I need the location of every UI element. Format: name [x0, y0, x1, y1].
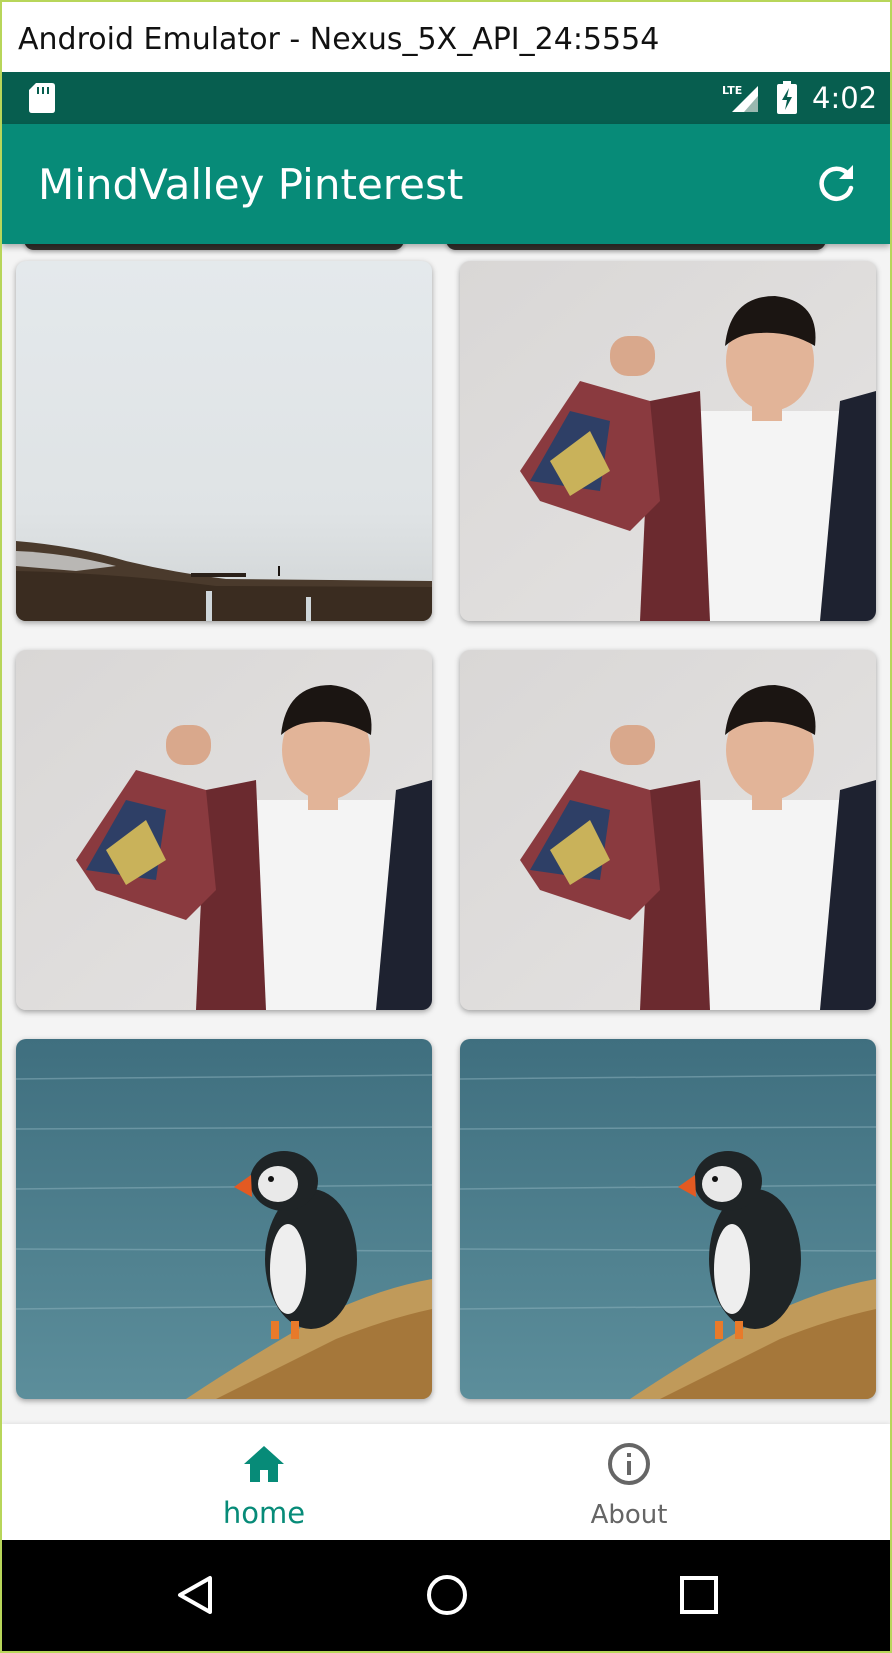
photo-card-man-cardigan[interactable] [16, 650, 432, 1010]
emulator-window: Android Emulator - Nexus_5X_API_24:5554 … [0, 0, 892, 1653]
nav-label-home: home [222, 1496, 306, 1530]
man-cardigan-image [460, 261, 876, 621]
photo-card-foggy-landscape[interactable] [16, 261, 432, 621]
photo-card-man-cardigan[interactable] [460, 650, 876, 1010]
photo-grid[interactable] [2, 244, 890, 1424]
photo-card-puffin[interactable] [16, 1039, 432, 1399]
recents-icon[interactable] [674, 1570, 724, 1620]
lte-label: LTE [722, 84, 742, 97]
puffin-image [460, 1039, 876, 1399]
man-cardigan-image [460, 650, 876, 1010]
info-icon [608, 1443, 650, 1485]
partial-card-top-right [446, 244, 826, 250]
status-clock: 4:02 [812, 81, 878, 115]
status-bar: LTE 4:02 [2, 72, 890, 124]
nav-label-about: About [590, 1500, 668, 1530]
foggy-landscape-image [16, 261, 432, 621]
lte-signal-icon: LTE [722, 84, 758, 112]
home-circle-icon[interactable] [422, 1570, 472, 1620]
nav-item-about[interactable]: About [479, 1424, 779, 1540]
photo-card-man-cardigan[interactable] [460, 261, 876, 621]
sd-card-icon [29, 83, 55, 113]
back-icon[interactable] [172, 1570, 222, 1620]
refresh-icon[interactable] [812, 160, 860, 208]
home-icon [244, 1446, 284, 1482]
partial-card-top-left [24, 244, 404, 250]
nav-item-home[interactable]: home [114, 1424, 414, 1540]
man-cardigan-image [16, 650, 432, 1010]
photo-card-puffin[interactable] [460, 1039, 876, 1399]
battery-charging-icon [777, 81, 797, 114]
app-title: MindValley Pinterest [38, 160, 464, 209]
app-bar: MindValley Pinterest [2, 124, 890, 244]
system-navigation-bar [2, 1540, 890, 1651]
window-title: Android Emulator - Nexus_5X_API_24:5554 [18, 22, 660, 57]
bottom-navigation: home About [2, 1424, 890, 1540]
emulator-titlebar: Android Emulator - Nexus_5X_API_24:5554 [2, 2, 890, 72]
puffin-image [16, 1039, 432, 1399]
